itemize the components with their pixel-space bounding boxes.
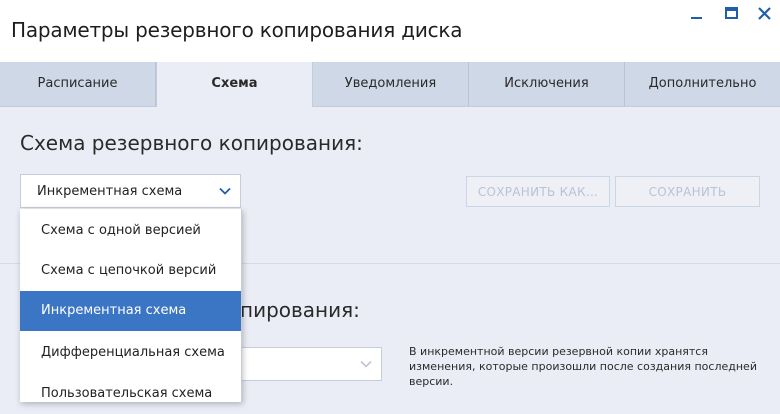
scheme-select[interactable]: Инкрементная схема [20,174,241,208]
tab-schedule[interactable]: Расписание [0,62,156,106]
scheme-dropdown-list: Схема с одной версией Схема с цепочкой в… [20,209,242,402]
divider [241,263,780,264]
save-button[interactable]: СОХРАНИТЬ [615,176,760,207]
secondary-select[interactable] [241,347,382,381]
tab-scheme[interactable]: Схема [156,62,313,107]
chevron-down-icon [219,187,231,195]
tab-advanced[interactable]: Дополнительно [625,62,780,106]
close-icon[interactable] [756,6,774,22]
option-differential[interactable]: Дифференциальная схема [20,333,241,373]
minimize-icon[interactable] [688,6,706,22]
chevron-down-icon [360,360,372,368]
scheme-description: В инкрементной версии резервной копии хр… [409,345,757,388]
maximize-icon[interactable] [723,6,741,22]
option-version-chain[interactable]: Схема с цепочкой версий [20,251,241,291]
scheme-select-value: Инкрементная схема [37,184,183,199]
section2-heading: пирования: [240,298,360,322]
tab-exclusions[interactable]: Исключения [469,62,625,106]
window-title: Параметры резервного копирования диска [11,18,463,42]
divider [0,263,20,264]
option-single-version[interactable]: Схема с одной версией [20,211,241,251]
tab-bar: Расписание Схема Уведомления Исключения … [0,62,780,107]
option-incremental[interactable]: Инкрементная схема [20,291,241,331]
title-bar: Параметры резервного копирования диска [0,0,780,62]
option-custom[interactable]: Пользовательская схема [20,374,241,414]
save-as-button[interactable]: СОХРАНИТЬ КАК... [466,176,610,207]
tab-notifications[interactable]: Уведомления [313,62,469,106]
scheme-heading: Схема резервного копирования: [20,131,363,155]
